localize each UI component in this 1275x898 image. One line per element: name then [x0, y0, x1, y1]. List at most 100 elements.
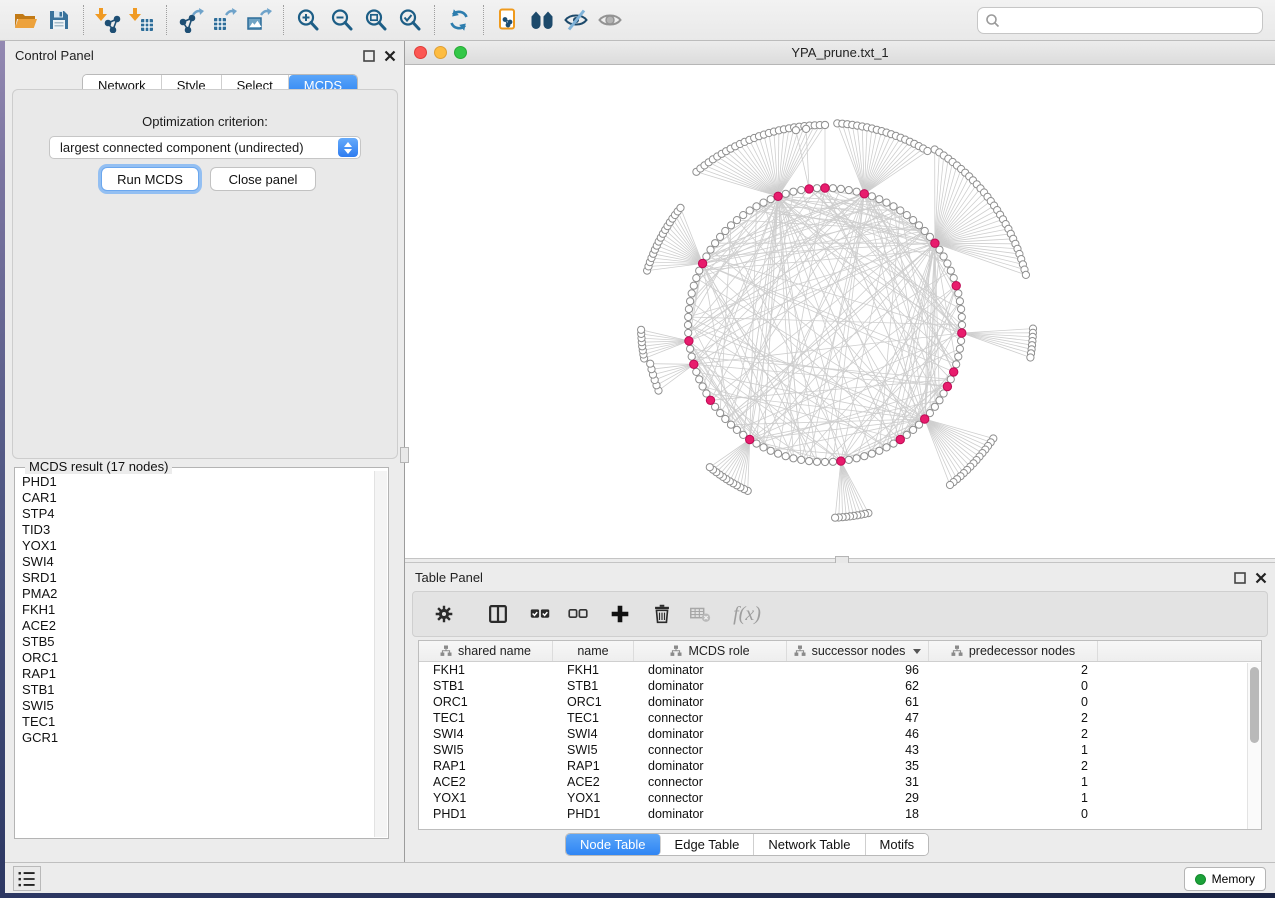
network-node[interactable] [712, 240, 719, 247]
cell-successor_nodes[interactable]: 31 [787, 774, 929, 790]
cell-mcds_role[interactable]: connector [634, 774, 787, 790]
cell-mcds_role[interactable]: dominator [634, 662, 787, 678]
function-builder-button[interactable]: f(x) [725, 599, 769, 629]
cell-predecessor_nodes[interactable]: 0 [929, 806, 1098, 822]
close-table-panel-button[interactable] [1254, 571, 1267, 584]
column-header-MCDS-role[interactable]: MCDS role [634, 641, 787, 661]
cell-shared_name[interactable]: RAP1 [419, 758, 553, 774]
mcds-node[interactable] [774, 192, 782, 200]
delete-column-button[interactable] [647, 599, 677, 629]
mcds-node[interactable] [950, 368, 958, 376]
delete-table-button[interactable] [685, 599, 715, 629]
table-scrollbar[interactable] [1247, 663, 1261, 829]
cell-successor_nodes[interactable]: 46 [787, 726, 929, 742]
network-node[interactable] [767, 447, 774, 454]
save-session-button[interactable] [42, 4, 76, 36]
network-node[interactable] [798, 456, 805, 463]
table-row[interactable]: PHD1PHD1dominator180 [419, 806, 1261, 822]
network-node[interactable] [897, 207, 904, 214]
network-node[interactable] [647, 360, 654, 367]
network-node[interactable] [845, 456, 852, 463]
cell-name[interactable]: PHD1 [553, 806, 634, 822]
network-node[interactable] [782, 453, 789, 460]
network-node[interactable] [733, 217, 740, 224]
network-node[interactable] [638, 326, 645, 333]
run-mcds-button[interactable]: Run MCDS [101, 167, 199, 191]
export-image-button[interactable] [242, 4, 276, 36]
network-node[interactable] [829, 185, 836, 192]
mcds-result-item[interactable]: PMA2 [22, 586, 374, 602]
cell-name[interactable]: TEC1 [553, 710, 634, 726]
column-header-predecessor-nodes[interactable]: predecessor nodes [929, 641, 1098, 661]
network-node[interactable] [883, 444, 890, 451]
network-node[interactable] [868, 450, 875, 457]
cell-name[interactable]: SWI4 [553, 726, 634, 742]
cell-successor_nodes[interactable]: 43 [787, 742, 929, 758]
cell-successor_nodes[interactable]: 29 [787, 790, 929, 806]
cell-predecessor_nodes[interactable]: 1 [929, 742, 1098, 758]
zoom-in-button[interactable] [291, 4, 325, 36]
network-node[interactable] [845, 187, 852, 194]
network-node[interactable] [803, 125, 810, 132]
network-node[interactable] [792, 127, 799, 134]
network-node[interactable] [696, 376, 703, 383]
mcds-node[interactable] [698, 259, 706, 267]
mcds-result-item[interactable]: FKH1 [22, 602, 374, 618]
toggle-columns-button[interactable] [483, 599, 513, 629]
cell-predecessor_nodes[interactable]: 2 [929, 662, 1098, 678]
new-network-from-selection-button[interactable] [491, 4, 525, 36]
network-node[interactable] [746, 207, 753, 214]
network-node[interactable] [861, 453, 868, 460]
network-node[interactable] [931, 403, 938, 410]
tab-node-table[interactable]: Node Table [566, 834, 661, 855]
network-node[interactable] [767, 196, 774, 203]
network-graph[interactable] [405, 65, 1270, 558]
network-node[interactable] [717, 233, 724, 240]
table-scrollbar-thumb[interactable] [1250, 667, 1259, 743]
export-table-button[interactable] [208, 4, 242, 36]
network-node[interactable] [876, 447, 883, 454]
network-node[interactable] [707, 246, 714, 253]
network-node[interactable] [813, 458, 820, 465]
network-node[interactable] [910, 426, 917, 433]
network-node[interactable] [813, 185, 820, 192]
network-node[interactable] [890, 203, 897, 210]
tab-network-table[interactable]: Network Table [754, 834, 865, 855]
cell-predecessor_nodes[interactable]: 0 [929, 678, 1098, 694]
network-canvas[interactable] [405, 65, 1275, 558]
cell-shared_name[interactable]: SWI4 [419, 726, 553, 742]
cell-successor_nodes[interactable]: 35 [787, 758, 929, 774]
table-row[interactable]: STB1STB1dominator620 [419, 678, 1261, 694]
mcds-node[interactable] [837, 457, 845, 465]
close-panel-button[interactable] [383, 49, 396, 62]
network-node[interactable] [798, 187, 805, 194]
network-node[interactable] [685, 313, 692, 320]
network-node[interactable] [790, 455, 797, 462]
network-node[interactable] [903, 212, 910, 219]
network-node[interactable] [684, 321, 691, 328]
network-node[interactable] [821, 121, 828, 128]
zoom-out-button[interactable] [325, 4, 359, 36]
network-node[interactable] [685, 306, 692, 313]
mcds-node[interactable] [746, 435, 754, 443]
network-node[interactable] [727, 222, 734, 229]
mcds-result-item[interactable]: CAR1 [22, 490, 374, 506]
cell-shared_name[interactable]: SWI5 [419, 742, 553, 758]
network-node[interactable] [910, 217, 917, 224]
table-row[interactable]: SWI5SWI5connector431 [419, 742, 1261, 758]
network-node[interactable] [696, 267, 703, 274]
network-node[interactable] [782, 190, 789, 197]
column-header-name[interactable]: name [553, 641, 634, 661]
cell-predecessor_nodes[interactable]: 2 [929, 726, 1098, 742]
network-node[interactable] [956, 298, 963, 305]
column-header-shared-name[interactable]: shared name [419, 641, 553, 661]
import-table-button[interactable] [125, 4, 159, 36]
column-header-successor-nodes[interactable]: successor nodes [787, 641, 929, 661]
cell-shared_name[interactable]: YOX1 [419, 790, 553, 806]
cell-successor_nodes[interactable]: 62 [787, 678, 929, 694]
network-node[interactable] [956, 345, 963, 352]
add-column-button[interactable] [605, 599, 635, 629]
network-node[interactable] [760, 444, 767, 451]
network-node[interactable] [821, 458, 828, 465]
cell-name[interactable]: STB1 [553, 678, 634, 694]
